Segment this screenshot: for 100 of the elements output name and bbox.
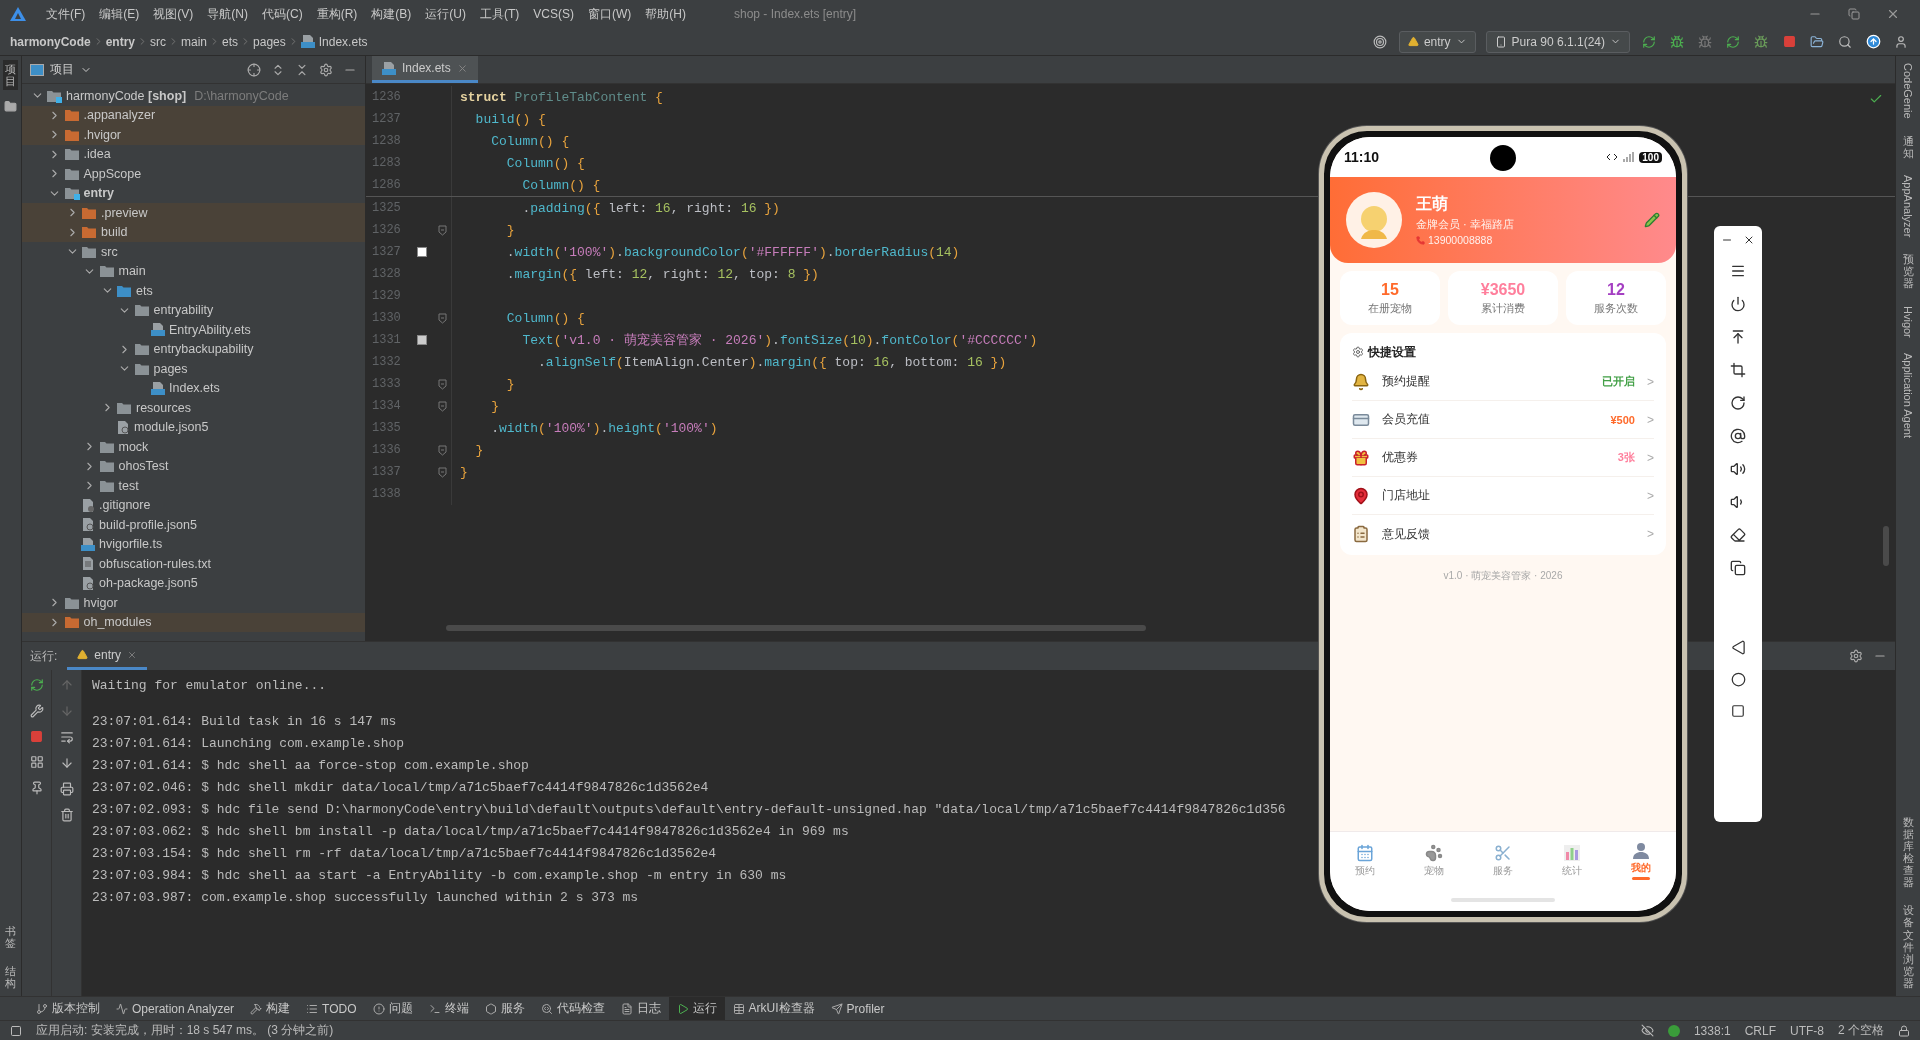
power-icon[interactable] — [1730, 296, 1746, 312]
scrollbar[interactable] — [1883, 526, 1889, 566]
update-icon[interactable] — [1864, 32, 1882, 51]
tool-tab[interactable]: 服务 — [476, 996, 533, 1021]
side-tool-tab[interactable]: 预览器 — [1900, 250, 1916, 293]
menu-item[interactable]: 工具(T) — [474, 3, 526, 25]
tool-tab[interactable]: 构建 — [242, 996, 299, 1021]
tree-item[interactable]: resources — [136, 400, 191, 415]
side-tool-tab[interactable]: 设备文件浏览器 — [1900, 901, 1916, 992]
tool-tab[interactable]: 终端 — [420, 996, 477, 1021]
menu-item[interactable]: 视图(V) — [147, 3, 200, 25]
tree-item[interactable]: entrybackupability — [153, 342, 254, 357]
print-icon[interactable] — [59, 782, 74, 796]
home-icon[interactable] — [1730, 672, 1746, 687]
tree-item[interactable]: Index.ets — [169, 381, 220, 396]
setting-label[interactable]: 会员充值 — [1382, 411, 1430, 428]
recents-icon[interactable] — [1731, 704, 1745, 718]
eraser-icon[interactable] — [1730, 527, 1746, 543]
tree-item[interactable]: harmonyCode [shop] — [66, 88, 187, 103]
tree-item[interactable]: AppScope — [83, 166, 142, 181]
tree-item[interactable]: obfuscation-rules.txt — [99, 556, 211, 571]
breadcrumb-item[interactable]: harmonyCode — [10, 34, 91, 49]
stop-icon[interactable] — [30, 730, 43, 743]
folder-icon[interactable] — [4, 100, 17, 114]
tree-item[interactable]: mock — [118, 439, 149, 454]
breadcrumb-item[interactable]: entry — [105, 34, 136, 49]
eye-off-icon[interactable] — [1640, 1024, 1654, 1037]
menu-item[interactable]: 窗口(W) — [582, 3, 638, 25]
setting-label[interactable]: 预约提醒 — [1382, 373, 1430, 390]
edit-icon[interactable] — [1644, 212, 1660, 228]
status-item[interactable]: 2 个空格 — [1838, 1022, 1884, 1039]
at-icon[interactable] — [1730, 428, 1746, 444]
settings-icon[interactable] — [1849, 649, 1863, 663]
status-item[interactable]: UTF-8 — [1790, 1023, 1824, 1038]
breadcrumb-item[interactable]: src — [150, 34, 167, 49]
panel-title[interactable]: 项目 — [50, 61, 74, 78]
tree-item[interactable]: .appanalyzer — [83, 108, 156, 123]
tree-item[interactable]: main — [118, 264, 146, 279]
scrollbar[interactable] — [446, 625, 1146, 631]
volume-up-icon[interactable] — [1730, 461, 1746, 477]
tree-item[interactable]: ets — [136, 283, 153, 298]
tool-tab[interactable]: ArkUI检查器 — [724, 996, 823, 1021]
fold-icon[interactable] — [438, 224, 447, 236]
fold-icon[interactable] — [438, 400, 447, 412]
tool-tab[interactable]: Profiler — [822, 996, 893, 1021]
tool-tab[interactable]: 日志 — [612, 996, 669, 1021]
tree-item[interactable]: test — [118, 478, 139, 493]
tree-item[interactable]: module.json5 — [134, 420, 209, 435]
tool-tab[interactable]: 版本控制 — [28, 996, 108, 1021]
close-icon[interactable] — [1743, 234, 1755, 246]
tool-tab[interactable]: Operation Analyzer — [108, 996, 243, 1021]
tool-tab[interactable]: TODO — [298, 996, 365, 1021]
status-item[interactable]: 1338:1 — [1693, 1023, 1731, 1038]
layout-icon[interactable] — [10, 1024, 22, 1037]
tree-item[interactable]: src — [101, 244, 118, 259]
side-tool-tab[interactable]: Hvigor — [1900, 302, 1916, 341]
side-tool-tab[interactable]: 数据库检查器 — [1900, 812, 1916, 892]
wrench-icon[interactable] — [29, 704, 44, 718]
tree-item[interactable]: build-profile.json5 — [99, 517, 197, 532]
collapse-all-icon[interactable] — [295, 62, 309, 77]
menu-item[interactable]: 帮助(H) — [639, 3, 692, 25]
tree-item[interactable]: ohosTest — [118, 459, 169, 474]
fold-icon[interactable] — [438, 466, 447, 478]
tree-item[interactable]: pages — [153, 361, 188, 376]
tree-item[interactable]: .idea — [83, 147, 111, 162]
side-tool-tab[interactable]: AppAnalyzer — [1900, 171, 1916, 241]
rerun-icon[interactable] — [29, 678, 44, 692]
breadcrumb-item[interactable]: ets — [222, 34, 239, 49]
arrow-up-icon[interactable] — [1730, 329, 1746, 345]
side-tool-tab[interactable]: 结构 — [3, 961, 18, 992]
tree-item[interactable]: oh_modules — [83, 615, 152, 630]
rotate-icon[interactable] — [1730, 395, 1746, 411]
side-tool-tab[interactable]: Application Agent — [1900, 350, 1916, 442]
menu-icon[interactable] — [1730, 263, 1746, 279]
run-tab[interactable]: entry — [67, 642, 148, 670]
breadcrumb-item[interactable]: pages — [253, 34, 286, 49]
tree-item[interactable]: .hvigor — [83, 127, 122, 142]
menu-item[interactable]: VCS(S) — [527, 3, 580, 25]
crop-icon[interactable] — [1730, 362, 1746, 378]
trash-icon[interactable] — [59, 808, 74, 822]
lock-icon[interactable] — [1898, 1024, 1910, 1037]
menu-item[interactable]: 代码(C) — [256, 3, 309, 25]
status-item[interactable]: CRLF — [1744, 1023, 1776, 1038]
fold-icon[interactable] — [438, 378, 447, 390]
fold-icon[interactable] — [438, 444, 447, 456]
breadcrumb-item[interactable]: main — [181, 34, 208, 49]
tree-item[interactable]: .gitignore — [99, 498, 151, 513]
tree-item[interactable]: entry — [83, 186, 115, 201]
device-select[interactable]: Pura 90 6.1.1(24) — [1485, 30, 1630, 53]
settings-icon[interactable] — [319, 62, 333, 77]
tool-tab[interactable]: 运行 — [668, 996, 725, 1021]
tree-item[interactable]: hvigor — [83, 595, 118, 610]
menu-item[interactable]: 重构(R) — [310, 3, 364, 25]
wrap-icon[interactable] — [59, 730, 74, 744]
restore-icon[interactable] — [1848, 8, 1860, 20]
editor-tab[interactable]: Index.ets — [372, 56, 478, 83]
tree-item[interactable]: oh-package.json5 — [99, 576, 198, 591]
menu-item[interactable]: 编辑(E) — [93, 3, 146, 25]
copy-icon[interactable] — [1730, 560, 1746, 576]
menu-item[interactable]: 运行(U) — [419, 3, 472, 25]
